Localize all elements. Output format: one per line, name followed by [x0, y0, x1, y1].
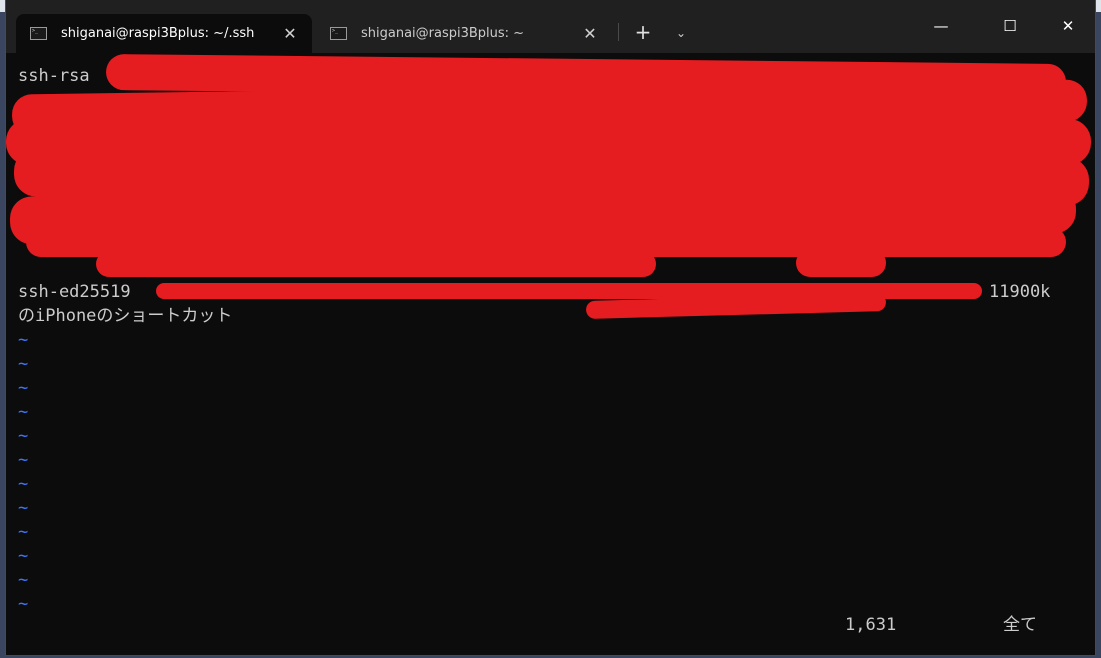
empty-line-tilde: ~: [18, 402, 29, 422]
cursor-position: 1,631: [845, 615, 897, 635]
terminal-line-suffix: 11900k: [989, 282, 1051, 302]
terminal-icon: >_: [330, 27, 347, 40]
maximize-button[interactable]: ☐: [987, 10, 1033, 42]
empty-line-tilde: ~: [18, 330, 29, 350]
empty-line-tilde: ~: [18, 498, 29, 518]
close-button[interactable]: ✕: [1045, 10, 1091, 42]
chevron-down-icon[interactable]: ⌄: [668, 20, 694, 46]
new-tab-button[interactable]: +: [628, 20, 658, 46]
redaction-mark: [96, 251, 656, 277]
minimize-button[interactable]: —: [918, 10, 964, 42]
tab-home[interactable]: >_ shiganai@raspi3Bplus: ~ ✕: [316, 14, 612, 53]
terminal-line-shortcut: のiPhoneのショートカット: [18, 306, 233, 326]
empty-line-tilde: ~: [18, 426, 29, 446]
empty-line-tilde: ~: [18, 570, 29, 590]
tab-ssh[interactable]: >_ shiganai@raspi3Bplus: ~/.ssh ✕: [16, 14, 312, 53]
empty-line-tilde: ~: [18, 450, 29, 470]
terminal-content[interactable]: ssh-rsa ssh-ed25519 11900k のiPhoneのショートカ…: [6, 53, 1095, 655]
tab-title: shiganai@raspi3Bplus: ~/.ssh: [61, 26, 255, 41]
empty-line-tilde: ~: [18, 522, 29, 542]
close-icon[interactable]: ✕: [278, 24, 302, 43]
empty-line-tilde: ~: [18, 546, 29, 566]
empty-line-tilde: ~: [18, 594, 29, 614]
title-bar: >_ shiganai@raspi3Bplus: ~/.ssh ✕ >_ shi…: [6, 0, 1095, 53]
empty-line-tilde: ~: [18, 378, 29, 398]
empty-line-tilde: ~: [18, 474, 29, 494]
terminal-line-ssh-rsa: ssh-rsa: [18, 66, 90, 86]
close-icon[interactable]: ✕: [578, 24, 602, 43]
scroll-position: 全て: [1003, 615, 1037, 635]
terminal-line-ssh-ed25519: ssh-ed25519: [18, 282, 131, 302]
redaction-mark: [796, 249, 886, 277]
tab-title: shiganai@raspi3Bplus: ~: [361, 26, 525, 41]
tab-separator: [618, 23, 619, 41]
empty-line-tilde: ~: [18, 354, 29, 374]
terminal-icon: >_: [30, 27, 47, 40]
terminal-window: >_ shiganai@raspi3Bplus: ~/.ssh ✕ >_ shi…: [5, 0, 1096, 656]
